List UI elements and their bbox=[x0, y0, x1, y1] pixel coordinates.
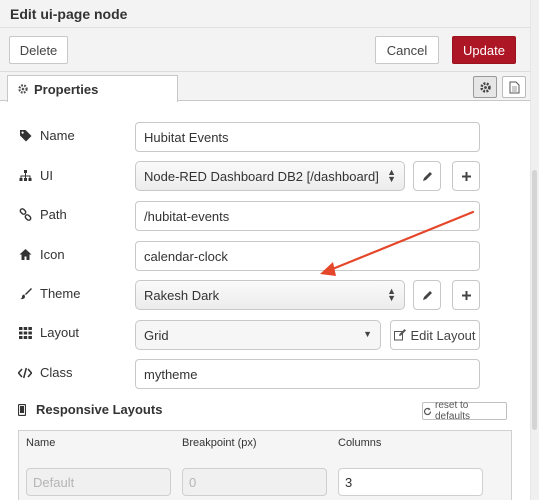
annotation-arrow bbox=[320, 210, 475, 276]
